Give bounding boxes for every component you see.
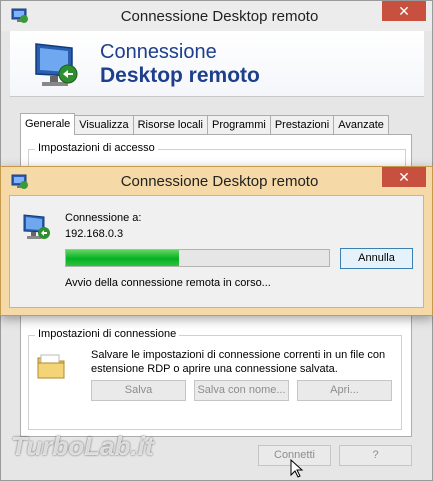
- save-as-button[interactable]: Salva con nome...: [194, 380, 289, 401]
- tab-programmi[interactable]: Programmi: [207, 115, 271, 135]
- remote-desktop-logo-icon: [35, 43, 78, 86]
- tab-generale[interactable]: Generale: [20, 113, 76, 135]
- close-icon: ✕: [398, 3, 410, 19]
- dialog-title: Connessione Desktop remoto: [120, 172, 319, 190]
- connection-settings-label: Impostazioni di connessione: [35, 328, 180, 340]
- connecting-dialog: Connessione Desktop remoto ✕ Connessione…: [0, 166, 433, 316]
- progress-fill: [66, 250, 180, 266]
- remote-desktop-icon: [11, 174, 28, 189]
- dialog-body: Connessione a: 192.168.0.3 Annulla Avvio…: [9, 195, 424, 308]
- save-button[interactable]: Salva: [91, 380, 186, 401]
- access-settings-label: Impostazioni di accesso: [35, 142, 158, 154]
- connection-status-text: Avvio della connessione remota in corso.…: [65, 277, 271, 289]
- dialog-close-button[interactable]: ✕: [382, 167, 426, 187]
- tab-prestazioni[interactable]: Prestazioni: [269, 115, 335, 135]
- remote-desktop-icon: [11, 8, 28, 23]
- banner-title-line1: Connessione: [100, 41, 217, 63]
- dialog-titlebar[interactable]: Connessione Desktop remoto ✕: [1, 167, 432, 195]
- close-icon: ✕: [398, 169, 410, 185]
- tab-risorse-locali[interactable]: Risorse locali: [132, 115, 209, 135]
- connection-progress-bar: [65, 249, 330, 267]
- tab-visualizza[interactable]: Visualizza: [74, 115, 134, 135]
- tab-avanzate[interactable]: Avanzate: [333, 115, 389, 135]
- folder-icon: [37, 354, 65, 379]
- tab-strip: Generale Visualizza Risorse locali Progr…: [20, 113, 389, 135]
- banner: Connessione Desktop remoto: [10, 31, 424, 97]
- cancel-button[interactable]: Annulla: [340, 248, 413, 269]
- mouse-cursor-icon: [290, 459, 304, 478]
- close-button[interactable]: ✕: [382, 1, 426, 21]
- banner-title-line2: Desktop remoto: [100, 64, 260, 87]
- watermark-logo: TurboLab.it: [11, 431, 154, 461]
- window-title: Connessione Desktop remoto: [120, 7, 319, 25]
- connection-to-label: Connessione a:: [65, 212, 142, 224]
- connection-settings-group: Impostazioni di connessione Salvare le i…: [28, 328, 402, 430]
- open-button[interactable]: Apri...: [297, 380, 392, 401]
- main-titlebar[interactable]: Connessione Desktop remoto ✕: [1, 1, 432, 31]
- connection-description: Salvare le impostazioni di connessione c…: [91, 349, 386, 375]
- remote-host-address: 192.168.0.3: [65, 228, 124, 240]
- help-button[interactable]: ?: [339, 445, 412, 466]
- remote-computer-icon: [23, 214, 50, 239]
